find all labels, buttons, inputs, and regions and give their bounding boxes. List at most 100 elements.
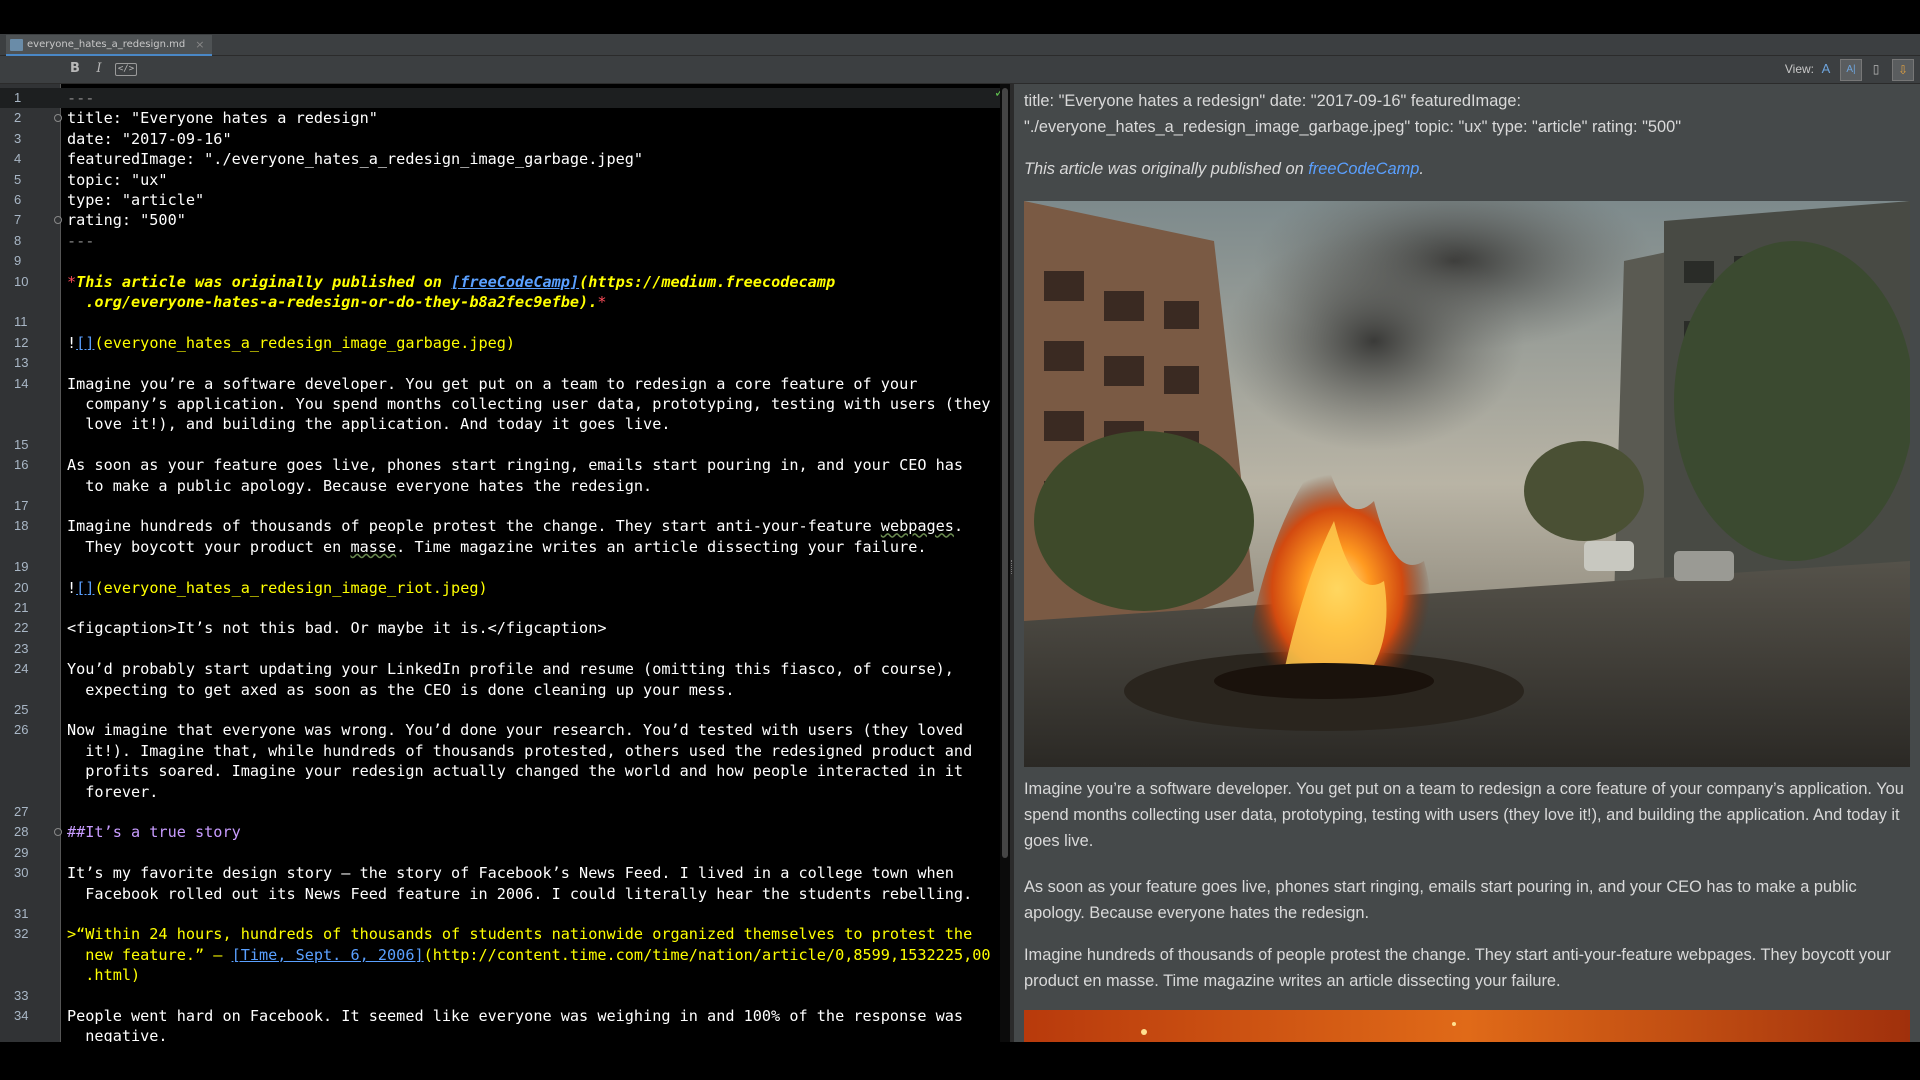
editor-line[interactable]: 23	[0, 639, 1000, 659]
line-code: .html)	[67, 965, 140, 985]
line-number: 26	[14, 722, 29, 738]
fold-marker-icon[interactable]	[54, 114, 62, 123]
line-code: People went hard on Facebook. It seemed …	[67, 1006, 963, 1026]
editor-line[interactable]: expecting to get axed as soon as the CEO…	[0, 680, 1000, 700]
editor-line[interactable]: company’s application. You spend months …	[0, 394, 1000, 414]
editor-line[interactable]: 28 ##It’s a true story	[0, 822, 1000, 842]
line-code: it!). Imagine that, while hundreds of th…	[67, 741, 972, 761]
editor-line[interactable]: 24 You’d probably start updating your Lin…	[0, 659, 1000, 679]
editor-line[interactable]: 21	[0, 598, 1000, 618]
line-number: 28	[14, 824, 29, 840]
line-number: 9	[14, 253, 22, 269]
code-token: !	[67, 333, 77, 352]
close-icon[interactable]: ×	[195, 38, 204, 51]
code-token: *	[597, 293, 607, 311]
scroll-sync-button[interactable]: ⇩	[1892, 59, 1914, 81]
fold-marker-icon[interactable]	[54, 828, 62, 837]
editor-line[interactable]: 26 Now imagine that everyone was wrong. Y…	[0, 720, 1000, 740]
line-number: 16	[14, 457, 29, 473]
editor-line[interactable]: 6 type: "article"	[0, 190, 1000, 210]
line-number: 29	[14, 844, 29, 860]
editor-line[interactable]: 4 featuredImage: "./everyone_hates_a_rede…	[0, 149, 1000, 169]
editor-line[interactable]: 8 ---	[0, 231, 1000, 251]
editor-line[interactable]: 15	[0, 435, 1000, 455]
garbage-fire-image	[1024, 201, 1910, 767]
markdown-editor[interactable]: 1 --- 2 title: "Everyone hates a redesign" 3…	[0, 84, 1010, 1042]
editor-line[interactable]: They boycott your product en masse. Time…	[0, 537, 1000, 557]
editor-line[interactable]: 32 >“Within 24 hours, hundreds of thousan…	[0, 924, 1000, 944]
editor-scrollbar[interactable]	[1000, 84, 1010, 1042]
code-token: negative.	[67, 1027, 168, 1042]
line-code: topic: "ux"	[67, 170, 168, 190]
view-editor-only-button[interactable]: A	[1816, 59, 1836, 79]
code-token: This article was originally published on	[76, 272, 452, 291]
code-token: [Time, Sept. 6, 2006]	[231, 945, 424, 964]
editor-line[interactable]: 1 ---	[0, 88, 1000, 108]
line-code: rating: "500"	[67, 210, 186, 230]
editor-line[interactable]: 7 rating: "500"	[0, 210, 1000, 230]
line-number: 4	[14, 151, 22, 167]
code-token: *	[67, 272, 77, 291]
editor-line[interactable]: 16 As soon as your feature goes live, pho…	[0, 455, 1000, 475]
editor-line[interactable]: Facebook rolled out its News Feed featur…	[0, 884, 1000, 904]
code-token: [freeCodeCamp]	[451, 272, 580, 291]
fold-marker-icon[interactable]	[54, 216, 62, 225]
tab-title: everyone_hates_a_redesign.md	[27, 39, 186, 50]
markdown-preview: title: "Everyone hates a redesign" date:…	[1014, 84, 1920, 1042]
editor-line[interactable]: to make a public apology. Because everyo…	[0, 476, 1000, 496]
editor-line[interactable]: 31	[0, 904, 1000, 924]
preview-frontmatter: title: "Everyone hates a redesign" date:…	[1024, 92, 1682, 136]
line-code: date: "2017-09-16"	[67, 129, 232, 149]
italic-button[interactable]: I	[90, 60, 108, 78]
editor-line[interactable]: 12 ![](everyone_hates_a_redesign_image_ga…	[0, 333, 1000, 353]
editor-line[interactable]: profits soared. Imagine your redesign ac…	[0, 761, 1000, 781]
tab-markdown-file[interactable]: everyone_hates_a_redesign.md ×	[6, 35, 213, 56]
editor-line[interactable]: 20 ![](everyone_hates_a_redesign_image_ri…	[0, 578, 1000, 598]
view-preview-only-button[interactable]: ▯	[1866, 59, 1886, 79]
editor-line[interactable]: 25	[0, 700, 1000, 720]
editor-line[interactable]: .html)	[0, 965, 1000, 985]
bold-button[interactable]: B	[66, 60, 84, 78]
line-code: ---	[67, 88, 94, 108]
code-token: They boycott your product en	[67, 537, 351, 556]
editor-line[interactable]: 34 People went hard on Facebook. It seeme…	[0, 1006, 1000, 1026]
editor-line[interactable]: 17	[0, 496, 1000, 516]
editor-line[interactable]: 10 *This article was originally published…	[0, 272, 1000, 292]
editor-line[interactable]: 3 date: "2017-09-16"	[0, 129, 1000, 149]
code-token: Now imagine that everyone was wrong. You…	[67, 721, 964, 740]
line-number: 1	[14, 90, 22, 105]
editor-line[interactable]: it!). Imagine that, while hundreds of th…	[0, 741, 1000, 761]
editor-line[interactable]: 18 Imagine hundreds of thousands of peopl…	[0, 516, 1000, 536]
view-split-button[interactable]: A|	[1840, 59, 1862, 81]
code-token: (http://content.time.com/time/nation/art…	[423, 945, 991, 964]
line-number: 34	[14, 1008, 29, 1023]
editor-line[interactable]: new feature.” — [Time, Sept. 6, 2006](ht…	[0, 945, 1000, 965]
editor-line[interactable]: 29	[0, 843, 1000, 863]
line-number: 10	[14, 273, 29, 289]
line-code: expecting to get axed as soon as the CEO…	[67, 680, 734, 700]
editor-line[interactable]: love it!), and building the application.…	[0, 414, 1000, 434]
editor-line[interactable]: 22 <figcaption>It’s not this bad. Or mayb…	[0, 618, 1000, 638]
editor-line[interactable]: 5 topic: "ux"	[0, 170, 1000, 190]
code-token: >“Within 24 hours, hundreds of thousands…	[67, 925, 973, 944]
editor-line[interactable]: negative.	[0, 1026, 1000, 1042]
editor-line[interactable]: 19	[0, 557, 1000, 577]
line-number: 12	[14, 334, 29, 350]
editor-line[interactable]: 13	[0, 353, 1000, 373]
line-code: It’s my favorite design story — the stor…	[67, 863, 954, 883]
editor-line[interactable]: 14 Imagine you’re a software developer. Y…	[0, 374, 1000, 394]
editor-line[interactable]: 33	[0, 986, 1000, 1006]
editor-line[interactable]: forever.	[0, 782, 1000, 802]
editor-line[interactable]: 9	[0, 251, 1000, 271]
editor-line[interactable]: 2 title: "Everyone hates a redesign"	[0, 108, 1000, 128]
code-token: topic: "ux"	[67, 170, 168, 189]
editor-line[interactable]: 27	[0, 802, 1000, 822]
line-number: 18	[14, 518, 29, 534]
editor-line[interactable]: 30 It’s my favorite design story — the st…	[0, 863, 1000, 883]
editor-line[interactable]: 11	[0, 312, 1000, 332]
freecodecamp-link[interactable]: freeCodeCamp	[1308, 160, 1419, 178]
code-button[interactable]: </>	[115, 63, 137, 76]
editor-line[interactable]: .org/everyone-hates-a-redesign-or-do-the…	[0, 292, 1000, 312]
code-token: title: "Everyone hates a redesign"	[67, 109, 378, 128]
editor-scrollbar-thumb[interactable]	[1002, 88, 1008, 858]
